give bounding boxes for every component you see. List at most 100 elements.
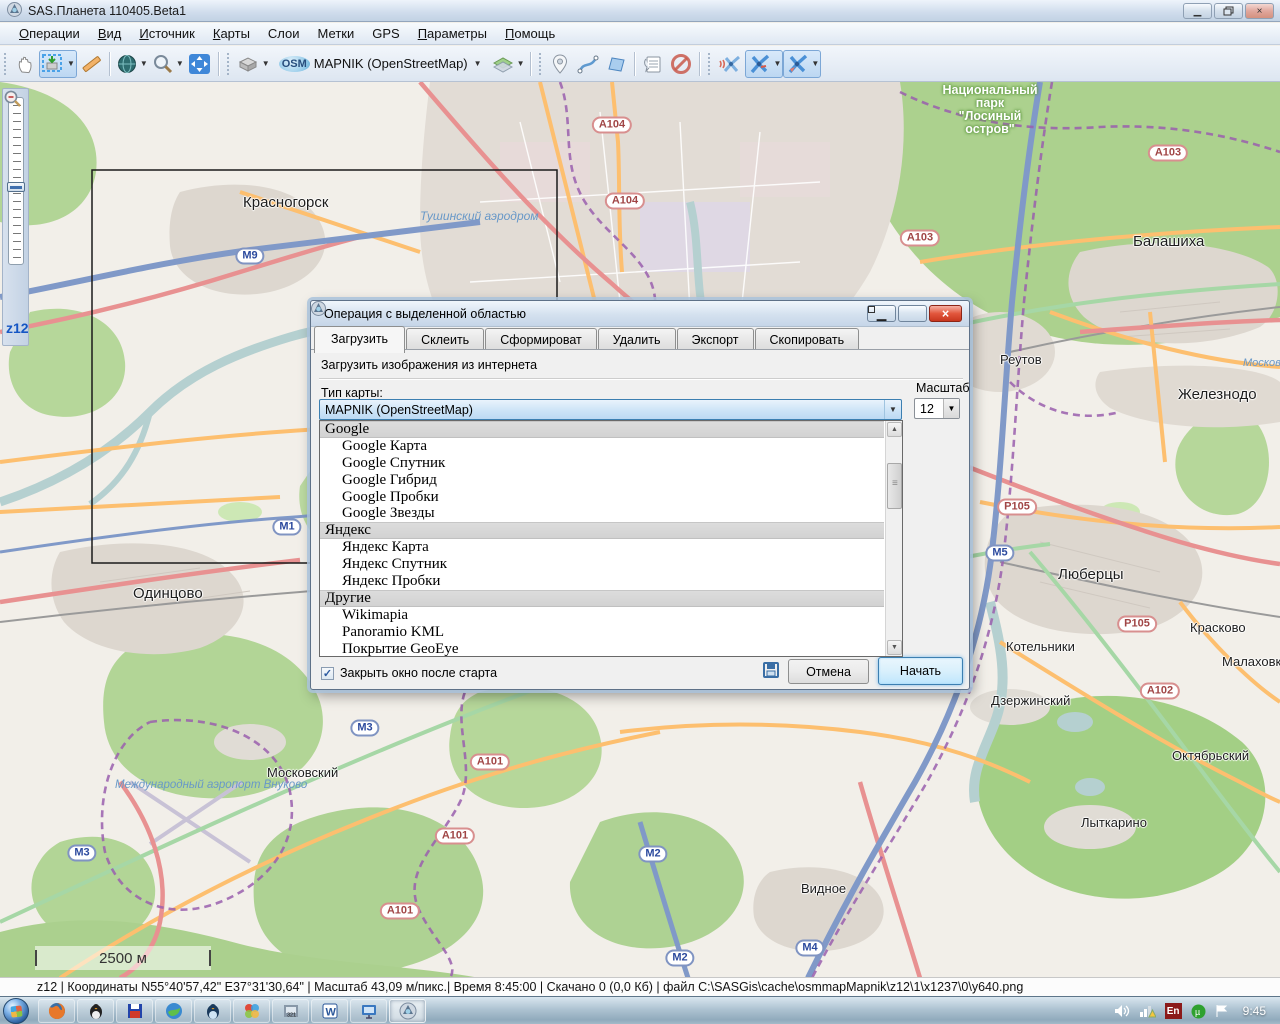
dropdown-item[interactable]: Google Гибрид xyxy=(320,472,884,489)
map-viewport[interactable]: Красногорск Балашиха Реутов Железнодо Од… xyxy=(0,82,1280,978)
zoom-slider-thumb[interactable] xyxy=(7,182,25,192)
cancel-button[interactable]: Отмена xyxy=(788,659,869,684)
dropdown-item[interactable]: Яндекс Спутник xyxy=(320,556,884,573)
combo-arrow-icon[interactable]: ▼ xyxy=(884,400,901,419)
chevron-down-icon: ▼ xyxy=(811,59,819,68)
checkbox-label: Закрыть окно после старта xyxy=(340,666,497,680)
dropdown-item[interactable]: Wikimapia xyxy=(320,607,884,624)
volume-icon[interactable] xyxy=(1114,1004,1130,1018)
add-polygon-icon[interactable] xyxy=(602,50,630,78)
dropdown-item[interactable]: Google Пробки xyxy=(320,489,884,506)
dialog-titlebar[interactable]: Операция с выделенной областью ▁ × xyxy=(311,301,969,327)
dropdown-item[interactable]: Google Карта xyxy=(320,438,884,455)
download-box-icon[interactable]: ▼ xyxy=(234,50,272,78)
map-label: Люберцы xyxy=(1058,566,1124,583)
map-label-park: парк xyxy=(976,96,1004,110)
minimize-button[interactable]: ▁ xyxy=(1183,3,1212,19)
toolbar-grip[interactable] xyxy=(538,52,543,76)
map-scale-bar: 2500 м xyxy=(35,946,211,970)
combo-arrow-icon[interactable]: ▼ xyxy=(943,399,959,418)
map-label: Видное xyxy=(801,881,846,896)
menu-source[interactable]: Источник xyxy=(130,24,204,43)
road-badge: А104 xyxy=(592,117,632,134)
close-button[interactable]: × xyxy=(1245,3,1274,19)
restore-button[interactable] xyxy=(1214,3,1243,19)
map-label: Реутов xyxy=(1000,352,1042,367)
scale-field-label: Масштаб xyxy=(916,381,969,395)
menu-help[interactable]: Помощь xyxy=(496,24,564,43)
fullscreen-icon[interactable] xyxy=(186,50,214,78)
layers-icon[interactable]: ▼ xyxy=(489,50,527,78)
taskbar-presentation-icon[interactable] xyxy=(350,999,387,1023)
menu-layers[interactable]: Слои xyxy=(259,24,309,43)
dialog-restore-button[interactable] xyxy=(898,305,927,322)
zoom-slider[interactable] xyxy=(8,97,24,265)
taskbar-colors-icon[interactable] xyxy=(233,999,270,1023)
dropdown-item[interactable]: Google Звезды xyxy=(320,505,884,522)
menu-gps[interactable]: GPS xyxy=(363,24,408,43)
placemark-manager-icon[interactable] xyxy=(639,50,667,78)
menu-settings[interactable]: Параметры xyxy=(409,24,496,43)
distance-ruler-icon[interactable] xyxy=(77,50,105,78)
gps-signal-icon[interactable] xyxy=(715,50,745,78)
taskbar-sas-planet-icon[interactable] xyxy=(389,999,426,1023)
disable-icon[interactable] xyxy=(667,50,695,78)
dropdown-item[interactable]: Яндекс Пробки xyxy=(320,573,884,590)
chevron-down-icon: ▼ xyxy=(517,59,525,68)
taskbar-google-earth-icon[interactable] xyxy=(155,999,192,1023)
map-type-combobox[interactable]: MAPNIK (OpenStreetMap) ▼ xyxy=(319,399,902,420)
scale-value: 12 xyxy=(915,402,943,416)
gps-connect-icon[interactable]: ▼ xyxy=(745,50,783,78)
map-label: Балашиха xyxy=(1133,233,1204,250)
taskbar-firefox-icon[interactable] xyxy=(38,999,75,1023)
taskbar-media-player-icon[interactable]: 321 xyxy=(272,999,309,1023)
toolbar-grip[interactable] xyxy=(226,52,231,76)
map-label: Котельники xyxy=(1006,639,1075,654)
road-badge: М9 xyxy=(235,248,264,265)
dropdown-item[interactable]: Яндекс Карта xyxy=(320,539,884,556)
start-button[interactable]: Начать xyxy=(878,657,963,685)
dropdown-item[interactable]: Google Спутник xyxy=(320,455,884,472)
scroll-down-icon[interactable]: ▼ xyxy=(887,640,902,655)
add-placemark-icon[interactable] xyxy=(546,50,574,78)
scrollbar-thumb[interactable] xyxy=(887,463,902,509)
start-button[interactable] xyxy=(3,998,29,1024)
menu-view[interactable]: Вид xyxy=(89,24,131,43)
zoom-tool-icon[interactable]: ▼ xyxy=(150,50,186,78)
menu-maps[interactable]: Карты xyxy=(204,24,259,43)
dialog-close-button[interactable]: × xyxy=(929,305,962,322)
dropdown-item[interactable]: Покрытие GeoEye xyxy=(320,641,884,658)
scale-combobox[interactable]: 12 ▼ xyxy=(914,398,960,419)
add-path-icon[interactable] xyxy=(574,50,602,78)
taskbar-word-icon[interactable]: W xyxy=(311,999,348,1023)
toolbar-separator xyxy=(530,52,531,76)
road-badge: М2 xyxy=(665,950,694,967)
menu-operations[interactable]: Операции xyxy=(10,24,89,43)
tab-download[interactable]: Загрузить xyxy=(314,326,405,353)
road-badge: А104 xyxy=(605,193,645,210)
dropdown-item[interactable]: Panoramio KML xyxy=(320,624,884,641)
network-warning-icon[interactable] xyxy=(1139,1004,1156,1018)
taskbar-clock[interactable]: 9:45 xyxy=(1243,1004,1266,1018)
toolbar-grip[interactable] xyxy=(3,52,8,76)
globe-view-icon[interactable]: ▼ xyxy=(114,50,150,78)
action-center-flag-icon[interactable] xyxy=(1215,1004,1228,1018)
language-indicator[interactable]: En xyxy=(1165,1003,1182,1019)
selection-tool-icon[interactable]: ▼ xyxy=(39,50,77,78)
taskbar-floppy-icon[interactable] xyxy=(116,999,153,1023)
chevron-down-icon: ▼ xyxy=(773,59,781,68)
dialog-body: Загрузить изображения из интернета Тип к… xyxy=(311,349,969,689)
map-type-button[interactable]: OSM MAPNIK (OpenStreetMap) ▼ xyxy=(272,50,489,78)
dropdown-scrollbar[interactable]: ▲ ▼ xyxy=(885,421,902,656)
close-after-start-checkbox[interactable]: ✓ xyxy=(321,667,334,680)
taskbar-tux-blue-icon[interactable] xyxy=(194,999,231,1023)
scroll-up-icon[interactable]: ▲ xyxy=(887,422,902,437)
gps-track-icon[interactable]: ▼ xyxy=(783,50,821,78)
menu-marks[interactable]: Метки xyxy=(309,24,364,43)
map-label: Московское xyxy=(1243,357,1280,369)
section-label: Загрузить изображения из интернета xyxy=(321,358,537,372)
taskbar-tux-icon[interactable] xyxy=(77,999,114,1023)
pan-hand-icon[interactable] xyxy=(11,50,39,78)
utorrent-icon[interactable]: µ xyxy=(1191,1004,1206,1019)
toolbar-grip[interactable] xyxy=(707,52,712,76)
